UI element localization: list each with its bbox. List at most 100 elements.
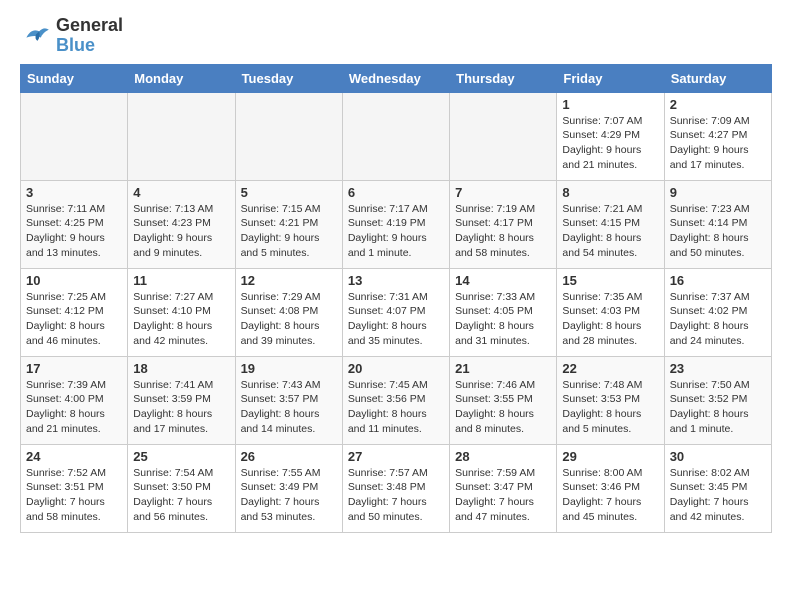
calendar-day: 3 Sunrise: 7:11 AM Sunset: 4:25 PM Daylig…: [21, 180, 128, 268]
calendar-day: [342, 92, 449, 180]
calendar-day: 24Sunrise: 7:52 AM Sunset: 3:51 PM Dayli…: [21, 444, 128, 532]
calendar-day: [21, 92, 128, 180]
day-number: 6: [348, 185, 444, 200]
calendar-day: 2 Sunrise: 7:09 AM Sunset: 4:27 PM Daylig…: [664, 92, 771, 180]
calendar-day: 13Sunrise: 7:31 AM Sunset: 4:07 PM Dayli…: [342, 268, 449, 356]
weekday-header-monday: Monday: [128, 64, 235, 92]
calendar-week-5: 24Sunrise: 7:52 AM Sunset: 3:51 PM Dayli…: [21, 444, 772, 532]
weekday-header-wednesday: Wednesday: [342, 64, 449, 92]
calendar-day: 7Sunrise: 7:19 AM Sunset: 4:17 PM Daylig…: [450, 180, 557, 268]
calendar-day: 25Sunrise: 7:54 AM Sunset: 3:50 PM Dayli…: [128, 444, 235, 532]
day-number: 14: [455, 273, 551, 288]
day-number: 7: [455, 185, 551, 200]
day-info: Sunrise: 7:37 AM Sunset: 4:02 PM Dayligh…: [670, 290, 766, 349]
day-number: 12: [241, 273, 337, 288]
day-info: Sunrise: 7:15 AM Sunset: 4:21 PM Dayligh…: [241, 202, 337, 261]
calendar-day: 8 Sunrise: 7:21 AM Sunset: 4:15 PM Daylig…: [557, 180, 664, 268]
calendar-week-1: 1 Sunrise: 7:07 AM Sunset: 4:29 PM Daylig…: [21, 92, 772, 180]
day-info: Sunrise: 7:29 AM Sunset: 4:08 PM Dayligh…: [241, 290, 337, 349]
calendar-day: 30Sunrise: 8:02 AM Sunset: 3:45 PM Dayli…: [664, 444, 771, 532]
day-info: Sunrise: 7:50 AM Sunset: 3:52 PM Dayligh…: [670, 378, 766, 437]
calendar-day: 5 Sunrise: 7:15 AM Sunset: 4:21 PM Daylig…: [235, 180, 342, 268]
day-info: Sunrise: 7:48 AM Sunset: 3:53 PM Dayligh…: [562, 378, 658, 437]
calendar-day: 27 Sunrise: 7:57 AM Sunset: 3:48 PM Dayli…: [342, 444, 449, 532]
day-info: Sunrise: 8:00 AM Sunset: 3:46 PM Dayligh…: [562, 466, 658, 525]
day-info: Sunrise: 7:33 AM Sunset: 4:05 PM Dayligh…: [455, 290, 551, 349]
day-number: 8: [562, 185, 658, 200]
day-number: 9: [670, 185, 766, 200]
day-info: Sunrise: 7:21 AM Sunset: 4:15 PM Dayligh…: [562, 202, 658, 261]
day-info: Sunrise: 7:11 AM Sunset: 4:25 PM Dayligh…: [26, 202, 122, 261]
logo-text: General Blue: [56, 16, 123, 56]
weekday-header-tuesday: Tuesday: [235, 64, 342, 92]
day-number: 4: [133, 185, 229, 200]
calendar-day: 4 Sunrise: 7:13 AM Sunset: 4:23 PM Daylig…: [128, 180, 235, 268]
calendar: SundayMondayTuesdayWednesdayThursdayFrid…: [20, 64, 772, 533]
day-info: Sunrise: 7:46 AM Sunset: 3:55 PM Dayligh…: [455, 378, 551, 437]
day-number: 11: [133, 273, 229, 288]
calendar-day: 19Sunrise: 7:43 AM Sunset: 3:57 PM Dayli…: [235, 356, 342, 444]
day-number: 29: [562, 449, 658, 464]
day-number: 21: [455, 361, 551, 376]
day-info: Sunrise: 7:27 AM Sunset: 4:10 PM Dayligh…: [133, 290, 229, 349]
day-info: Sunrise: 7:09 AM Sunset: 4:27 PM Dayligh…: [670, 114, 766, 173]
calendar-header-row: SundayMondayTuesdayWednesdayThursdayFrid…: [21, 64, 772, 92]
weekday-header-sunday: Sunday: [21, 64, 128, 92]
calendar-day: [450, 92, 557, 180]
day-info: Sunrise: 7:55 AM Sunset: 3:49 PM Dayligh…: [241, 466, 337, 525]
day-number: 2: [670, 97, 766, 112]
calendar-day: [235, 92, 342, 180]
day-info: Sunrise: 7:13 AM Sunset: 4:23 PM Dayligh…: [133, 202, 229, 261]
calendar-day: 17 Sunrise: 7:39 AM Sunset: 4:00 PM Dayli…: [21, 356, 128, 444]
logo: General Blue: [20, 16, 123, 56]
calendar-day: 18 Sunrise: 7:41 AM Sunset: 3:59 PM Dayli…: [128, 356, 235, 444]
day-number: 25: [133, 449, 229, 464]
calendar-day: 12 Sunrise: 7:29 AM Sunset: 4:08 PM Dayli…: [235, 268, 342, 356]
day-info: Sunrise: 7:57 AM Sunset: 3:48 PM Dayligh…: [348, 466, 444, 525]
calendar-day: 10Sunrise: 7:25 AM Sunset: 4:12 PM Dayli…: [21, 268, 128, 356]
calendar-day: 22 Sunrise: 7:48 AM Sunset: 3:53 PM Dayli…: [557, 356, 664, 444]
day-number: 22: [562, 361, 658, 376]
calendar-day: 16 Sunrise: 7:37 AM Sunset: 4:02 PM Dayli…: [664, 268, 771, 356]
day-info: Sunrise: 7:39 AM Sunset: 4:00 PM Dayligh…: [26, 378, 122, 437]
day-number: 13: [348, 273, 444, 288]
calendar-day: 14 Sunrise: 7:33 AM Sunset: 4:05 PM Dayli…: [450, 268, 557, 356]
calendar-day: 6 Sunrise: 7:17 AM Sunset: 4:19 PM Daylig…: [342, 180, 449, 268]
weekday-header-friday: Friday: [557, 64, 664, 92]
logo-icon: [20, 20, 52, 52]
calendar-day: 9Sunrise: 7:23 AM Sunset: 4:14 PM Daylig…: [664, 180, 771, 268]
calendar-week-4: 17 Sunrise: 7:39 AM Sunset: 4:00 PM Dayli…: [21, 356, 772, 444]
day-number: 20: [348, 361, 444, 376]
page: General Blue SundayMondayTuesdayWednesda…: [0, 0, 792, 545]
calendar-day: 15Sunrise: 7:35 AM Sunset: 4:03 PM Dayli…: [557, 268, 664, 356]
day-info: Sunrise: 7:41 AM Sunset: 3:59 PM Dayligh…: [133, 378, 229, 437]
calendar-day: 11 Sunrise: 7:27 AM Sunset: 4:10 PM Dayli…: [128, 268, 235, 356]
weekday-header-saturday: Saturday: [664, 64, 771, 92]
weekday-header-thursday: Thursday: [450, 64, 557, 92]
day-info: Sunrise: 7:59 AM Sunset: 3:47 PM Dayligh…: [455, 466, 551, 525]
day-number: 16: [670, 273, 766, 288]
day-number: 17: [26, 361, 122, 376]
day-info: Sunrise: 7:07 AM Sunset: 4:29 PM Dayligh…: [562, 114, 658, 173]
day-number: 1: [562, 97, 658, 112]
calendar-day: 28 Sunrise: 7:59 AM Sunset: 3:47 PM Dayli…: [450, 444, 557, 532]
calendar-week-2: 3 Sunrise: 7:11 AM Sunset: 4:25 PM Daylig…: [21, 180, 772, 268]
day-number: 18: [133, 361, 229, 376]
day-info: Sunrise: 7:35 AM Sunset: 4:03 PM Dayligh…: [562, 290, 658, 349]
day-number: 28: [455, 449, 551, 464]
day-info: Sunrise: 7:17 AM Sunset: 4:19 PM Dayligh…: [348, 202, 444, 261]
day-number: 19: [241, 361, 337, 376]
day-number: 10: [26, 273, 122, 288]
day-number: 3: [26, 185, 122, 200]
day-info: Sunrise: 7:45 AM Sunset: 3:56 PM Dayligh…: [348, 378, 444, 437]
day-number: 27: [348, 449, 444, 464]
day-number: 23: [670, 361, 766, 376]
calendar-day: 20 Sunrise: 7:45 AM Sunset: 3:56 PM Dayli…: [342, 356, 449, 444]
calendar-day: [128, 92, 235, 180]
calendar-day: 21 Sunrise: 7:46 AM Sunset: 3:55 PM Dayli…: [450, 356, 557, 444]
calendar-day: 26 Sunrise: 7:55 AM Sunset: 3:49 PM Dayli…: [235, 444, 342, 532]
calendar-day: 29 Sunrise: 8:00 AM Sunset: 3:46 PM Dayli…: [557, 444, 664, 532]
day-number: 5: [241, 185, 337, 200]
day-number: 26: [241, 449, 337, 464]
calendar-day: 1 Sunrise: 7:07 AM Sunset: 4:29 PM Daylig…: [557, 92, 664, 180]
